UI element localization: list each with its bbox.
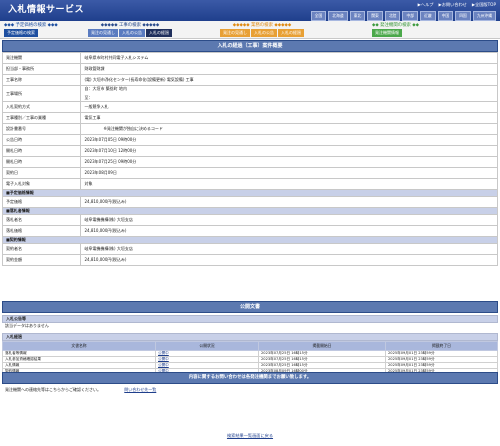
group-heading-price: ■予定価格情報 [2, 189, 498, 197]
case-summary: 入札の経過（工事）案件概要 発注機関 岐阜県市町村共同電子入札システム 担当部・事… [1, 40, 498, 266]
back-to-results-link[interactable]: 検索結果一覧画面に戻る [227, 433, 273, 438]
field-label: 開札日時 [1, 156, 82, 168]
progress-heading: 入札経過 [2, 333, 498, 341]
contact-section: 内容に関するお問い合わせは各発注機関までお願い致します。 発注機関への連絡先等は… [2, 372, 498, 393]
header-links: ▶ヘルプ ▶お問い合わせ ▶全国版TOP [418, 2, 496, 8]
field-value: (電) 大垣市浄化センター(長寿命化(設備更新) 電気設備) 工事 [80, 74, 498, 86]
doc-status-link[interactable]: 公開中 [158, 357, 169, 361]
nav-group-construction: ◆◆◆◆◆ 工事の検索 ◆◆◆◆◆ 発注の見通し 入札の公告 入札の経過 [88, 22, 172, 37]
tab-service-outlook[interactable]: 発注の見通し [220, 29, 250, 37]
field-value: 2023年08月09日 [80, 167, 498, 179]
doc-status-link[interactable]: 公開中 [158, 351, 169, 355]
field-value: 対象 [80, 178, 498, 190]
public-documents: 公開文書 入札公告等 該当データはありません 入札経過 文書名称 公開状況 掲載… [2, 301, 498, 375]
nav-group-title: ◆◆ 発注機関の検索 ◆◆ [372, 23, 420, 28]
field-label: 落札者名 [1, 214, 82, 226]
tab-construction-notice[interactable]: 入札の公告 [119, 29, 145, 37]
region-tab[interactable]: 全国 [310, 11, 327, 21]
field-value: 岐阜県市町村共同電子入札システム [80, 52, 498, 64]
nav-group-title: ◆◆◆◆◆ 業務の検索 ◆◆◆◆◆ [232, 23, 292, 28]
contact-list-link[interactable]: 問い合わせ先一覧 [124, 387, 156, 392]
region-tab[interactable]: 中部 [402, 11, 419, 21]
search-nav: ◆◆◆ 予定価格の検索 ◆◆◆ 予定価格の検索 ◆◆◆◆◆ 工事の検索 ◆◆◆◆… [0, 21, 500, 39]
field-label: 工事名称 [1, 74, 82, 86]
field-label: 開札日時 [1, 145, 82, 157]
tab-service-notice[interactable]: 入札の公告 [251, 29, 277, 37]
field-label: 契約日 [1, 167, 82, 179]
field-label: 入札契約方式 [1, 101, 82, 113]
documents-table: 文書名称 公開状況 掲載開始日 掲載終了日 落札者等情報 公開中 2023年07… [2, 341, 498, 375]
field-value: 24,810,000円(税込み) [80, 196, 498, 208]
contact-text: 発注機関への連絡先等はこちらからご確認ください。 [5, 387, 101, 392]
contact-bar: 内容に関するお問い合わせは各発注機関までお願い致します。 [2, 372, 498, 384]
region-tab[interactable]: 中国 [437, 11, 454, 21]
tab-construction-progress[interactable]: 入札の経過 [146, 29, 172, 37]
national-top-link[interactable]: ▶全国版TOP [472, 2, 496, 8]
contact-row: 発注機関への連絡先等はこちらからご確認ください。 問い合わせ先一覧 [2, 387, 498, 393]
help-link[interactable]: ▶ヘルプ [418, 2, 434, 8]
field-label: 設計書番号 [1, 123, 82, 135]
contact-link[interactable]: ▶お問い合わせ [438, 2, 466, 8]
column-header: 掲載開始日 [258, 341, 386, 351]
tab-service-progress[interactable]: 入札の経過 [278, 29, 304, 37]
nav-group-title: ◆◆◆ 予定価格の検索 ◆◆◆ [4, 23, 58, 28]
column-header: 掲載終了日 [385, 341, 498, 351]
announce-heading: 入札公告等 [2, 315, 498, 323]
nav-group-title: ◆◆◆◆◆ 工事の検索 ◆◆◆◆◆ [100, 23, 160, 28]
field-label: 契約金額 [1, 254, 82, 266]
nav-group-price: ◆◆◆ 予定価格の検索 ◆◆◆ 予定価格の検索 [4, 22, 58, 37]
field-label: 公告日時 [1, 134, 82, 146]
field-label: 予定価格 [1, 196, 82, 208]
field-value: 2023年07月25日 09時00分 [80, 156, 498, 168]
field-value: 2023年07月05日 09時00分 [80, 134, 498, 146]
nav-group-agency: ◆◆ 発注機関の検索 ◆◆ 発注機関情報 [372, 22, 419, 37]
nav-group-service: ◆◆◆◆◆ 業務の検索 ◆◆◆◆◆ 発注の見通し 入札の公告 入札の経過 [220, 22, 304, 37]
section-title: 入札の経過（工事）案件概要 [2, 40, 498, 52]
field-value: 電気工事 [80, 112, 498, 124]
group-heading-contract: ■契約情報 [2, 236, 498, 244]
app-header: 入札情報サービス ▶ヘルプ ▶お問い合わせ ▶全国版TOP 全国 北海道 東北 … [0, 0, 500, 21]
field-value: 24,810,000円(税込み) [80, 225, 498, 237]
column-header: 文書名称 [2, 341, 156, 351]
field-label: 担当部・事務所 [1, 63, 82, 75]
region-tab[interactable]: 東北 [349, 11, 366, 21]
app-logo[interactable]: 入札情報サービス [8, 2, 84, 15]
field-label: 発注機関 [1, 52, 82, 64]
location-from: 自：大垣市 築捨町 地内 [84, 86, 128, 91]
field-label: 工事場所 [1, 85, 82, 102]
field-label: 電子入札対象 [1, 178, 82, 190]
doc-status-link[interactable]: 公開中 [158, 363, 169, 367]
field-value: 財政管財課 [80, 63, 498, 75]
field-value: 自：大垣市 築捨町 地内 至： [80, 85, 498, 102]
section-title: 公開文書 [2, 301, 498, 313]
region-tab[interactable]: 四国 [455, 11, 471, 21]
group-heading-winner: ■落札者情報 [2, 207, 498, 215]
table-header-row: 文書名称 公開状況 掲載開始日 掲載終了日 [2, 341, 498, 351]
region-tab[interactable]: 九州沖縄 [472, 11, 496, 21]
field-value: 岐阜電機機構(株) 大垣支店 [80, 243, 498, 255]
field-value: 一般競争入札 [80, 101, 498, 113]
region-tab[interactable]: 近畿 [420, 11, 436, 21]
field-value: ※発注機関が独自に決めるコード [80, 123, 498, 135]
region-tab[interactable]: 北陸 [384, 11, 401, 21]
back-to-results: 検索結果一覧画面に戻る [0, 433, 500, 439]
field-label: 落札価格 [1, 225, 82, 237]
field-value: 24,810,000円(税込み) [80, 254, 498, 266]
region-tab[interactable]: 北海道 [328, 11, 348, 21]
tab-agency-info[interactable]: 発注機関情報 [372, 29, 402, 37]
field-label: 工事種別／工事の業種 [1, 112, 82, 124]
field-value: 2023年07月10日 12時00分 [80, 145, 498, 157]
tab-price-search[interactable]: 予定価格の検索 [4, 29, 38, 37]
field-label: 契約者名 [1, 243, 82, 255]
location-to: 至： [84, 95, 93, 100]
case-detail-table: 発注機関 岐阜県市町村共同電子入札システム 担当部・事務所 財政管財課 工事名称 (電… [1, 52, 498, 266]
region-tabs: 全国 北海道 東北 関東 北陸 中部 近畿 中国 四国 九州沖縄 [310, 11, 496, 21]
column-header: 公開状況 [155, 341, 259, 351]
region-tab[interactable]: 関東 [367, 11, 383, 21]
field-value: 岐阜電機機構(株) 大垣支店 [80, 214, 498, 226]
no-data-text: 該当データはありません [5, 323, 49, 328]
tab-construction-outlook[interactable]: 発注の見通し [88, 29, 118, 37]
